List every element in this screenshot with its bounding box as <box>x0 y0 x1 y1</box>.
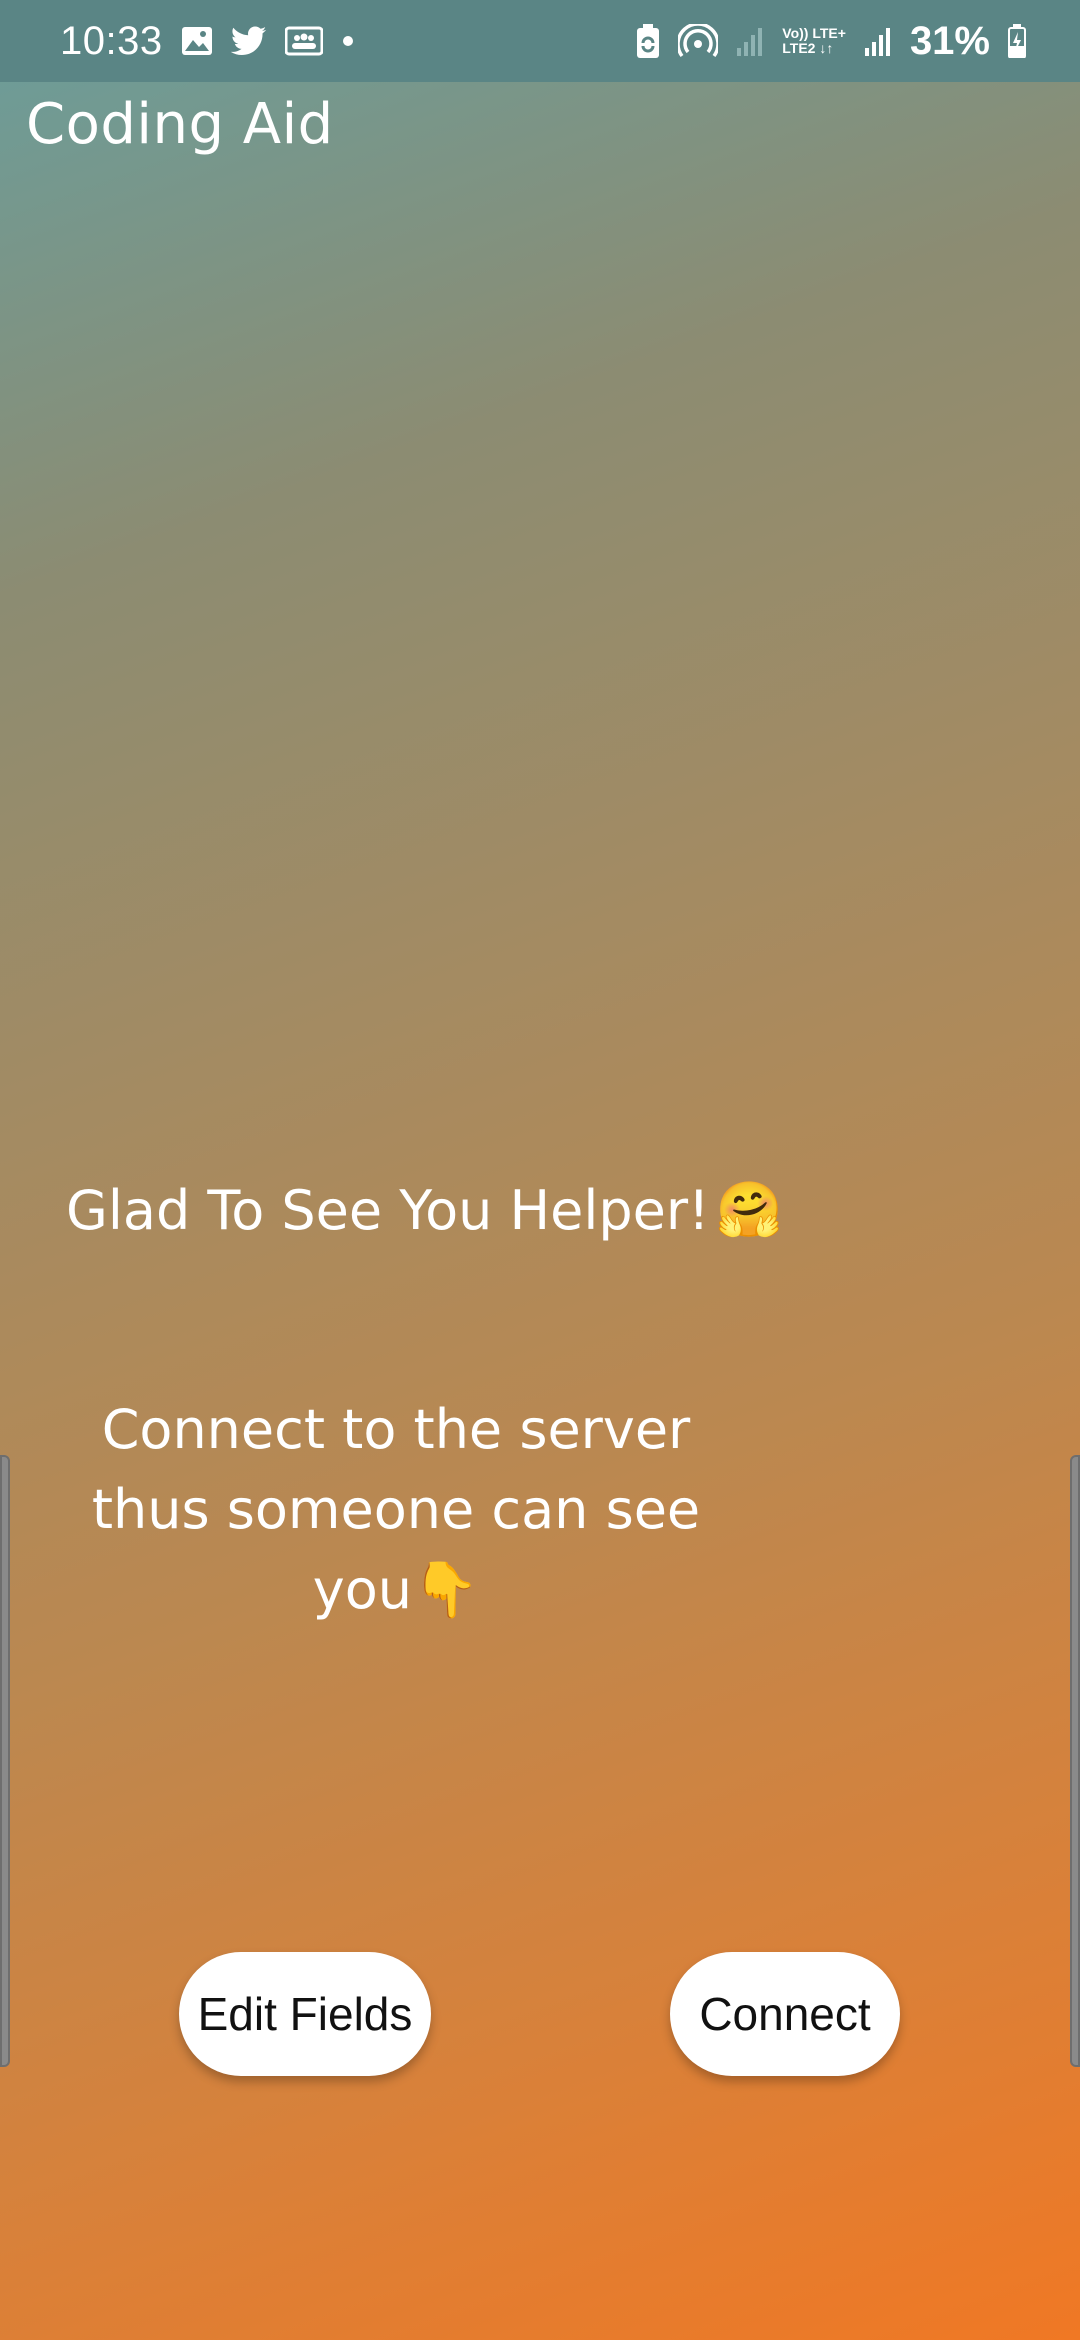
dot-icon <box>341 34 355 48</box>
status-left: 10:33 <box>60 0 355 82</box>
battery-percent: 31% <box>909 18 990 63</box>
greeting-message: Glad To See You Helper! 🤗 <box>66 1178 783 1242</box>
hotspot-icon <box>678 24 719 58</box>
group-icon <box>284 26 323 56</box>
hugging-face-emoji: 🤗 <box>715 1178 783 1241</box>
pointing-down-emoji: 👇 <box>411 1558 480 1621</box>
status-right: Vo)) LTE+ LTE2 ↓↑ 31% <box>636 0 1026 82</box>
signal-icon <box>864 26 892 56</box>
connect-instruction: Connect to the server thus someone can s… <box>66 1390 726 1630</box>
network-type-top: Vo)) LTE+ <box>782 25 846 41</box>
battery-charging-icon <box>1008 24 1026 58</box>
edit-fields-button[interactable]: Edit Fields <box>179 1952 431 2076</box>
image-icon <box>181 26 213 56</box>
left-edge-handle[interactable] <box>0 1455 10 2067</box>
right-edge-handle[interactable] <box>1070 1455 1080 2067</box>
status-bar: 10:33 Vo)) LTE+ LTE2 ↓↑ 31% <box>0 0 1080 82</box>
app-title: Coding Aid <box>26 92 334 157</box>
network-type-bottom: LTE2 ↓↑ <box>782 40 834 56</box>
battery-saver-icon <box>636 24 660 58</box>
network-type-label: Vo)) LTE+ LTE2 ↓↑ <box>782 26 846 56</box>
twitter-icon <box>230 26 267 56</box>
connect-instruction-text: Connect to the server thus someone can s… <box>91 1398 701 1621</box>
signal-weak-icon <box>736 26 764 56</box>
clock: 10:33 <box>60 18 163 63</box>
greeting-text: Glad To See You Helper! <box>66 1178 710 1242</box>
connect-button[interactable]: Connect <box>670 1952 900 2076</box>
